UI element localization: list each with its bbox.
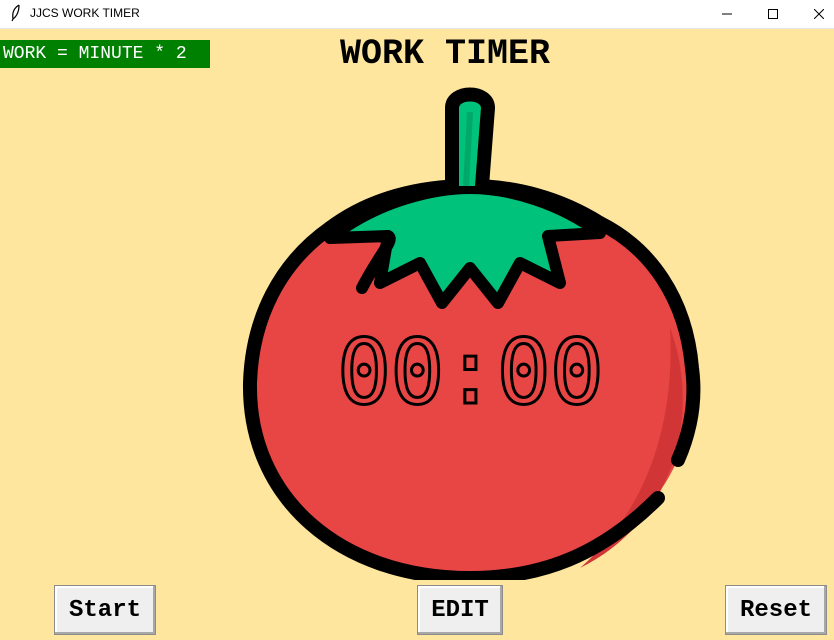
feather-icon <box>11 4 20 22</box>
minimize-icon <box>722 13 732 15</box>
close-button[interactable] <box>796 0 834 28</box>
edit-button[interactable]: EDIT <box>417 585 503 635</box>
close-icon <box>814 9 824 19</box>
reset-button[interactable]: Reset <box>725 585 827 635</box>
window-title: JJCS WORK TIMER <box>30 6 140 20</box>
maximize-icon <box>768 9 778 19</box>
timer-display: 00:00 <box>336 319 606 427</box>
maximize-button[interactable] <box>750 0 796 28</box>
title-bar: JJCS WORK TIMER <box>0 0 834 29</box>
stem-shading <box>463 111 473 187</box>
minimize-button[interactable] <box>704 0 750 28</box>
start-button[interactable]: Start <box>54 585 156 635</box>
page-title: WORK TIMER <box>340 34 551 74</box>
work-formula-label: WORK = MINUTE * 2 <box>0 40 210 68</box>
